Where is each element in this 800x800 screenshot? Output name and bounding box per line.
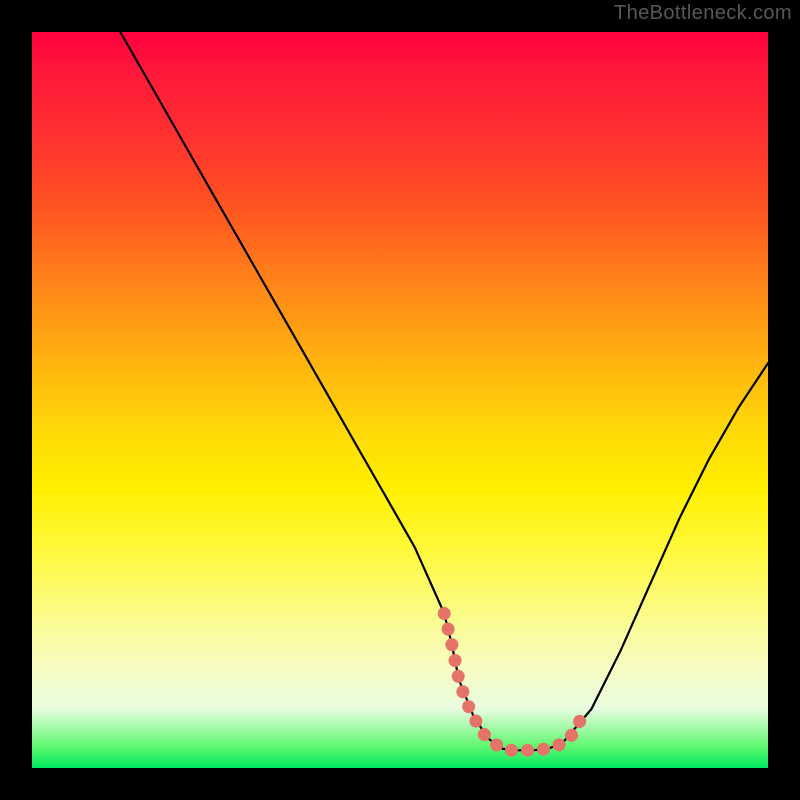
chart-overlay-svg — [32, 32, 768, 768]
chart-frame: TheBottleneck.com — [0, 0, 800, 800]
watermark-text: TheBottleneck.com — [614, 2, 792, 25]
curve-highlight — [444, 613, 580, 750]
curve-main — [120, 32, 768, 750]
